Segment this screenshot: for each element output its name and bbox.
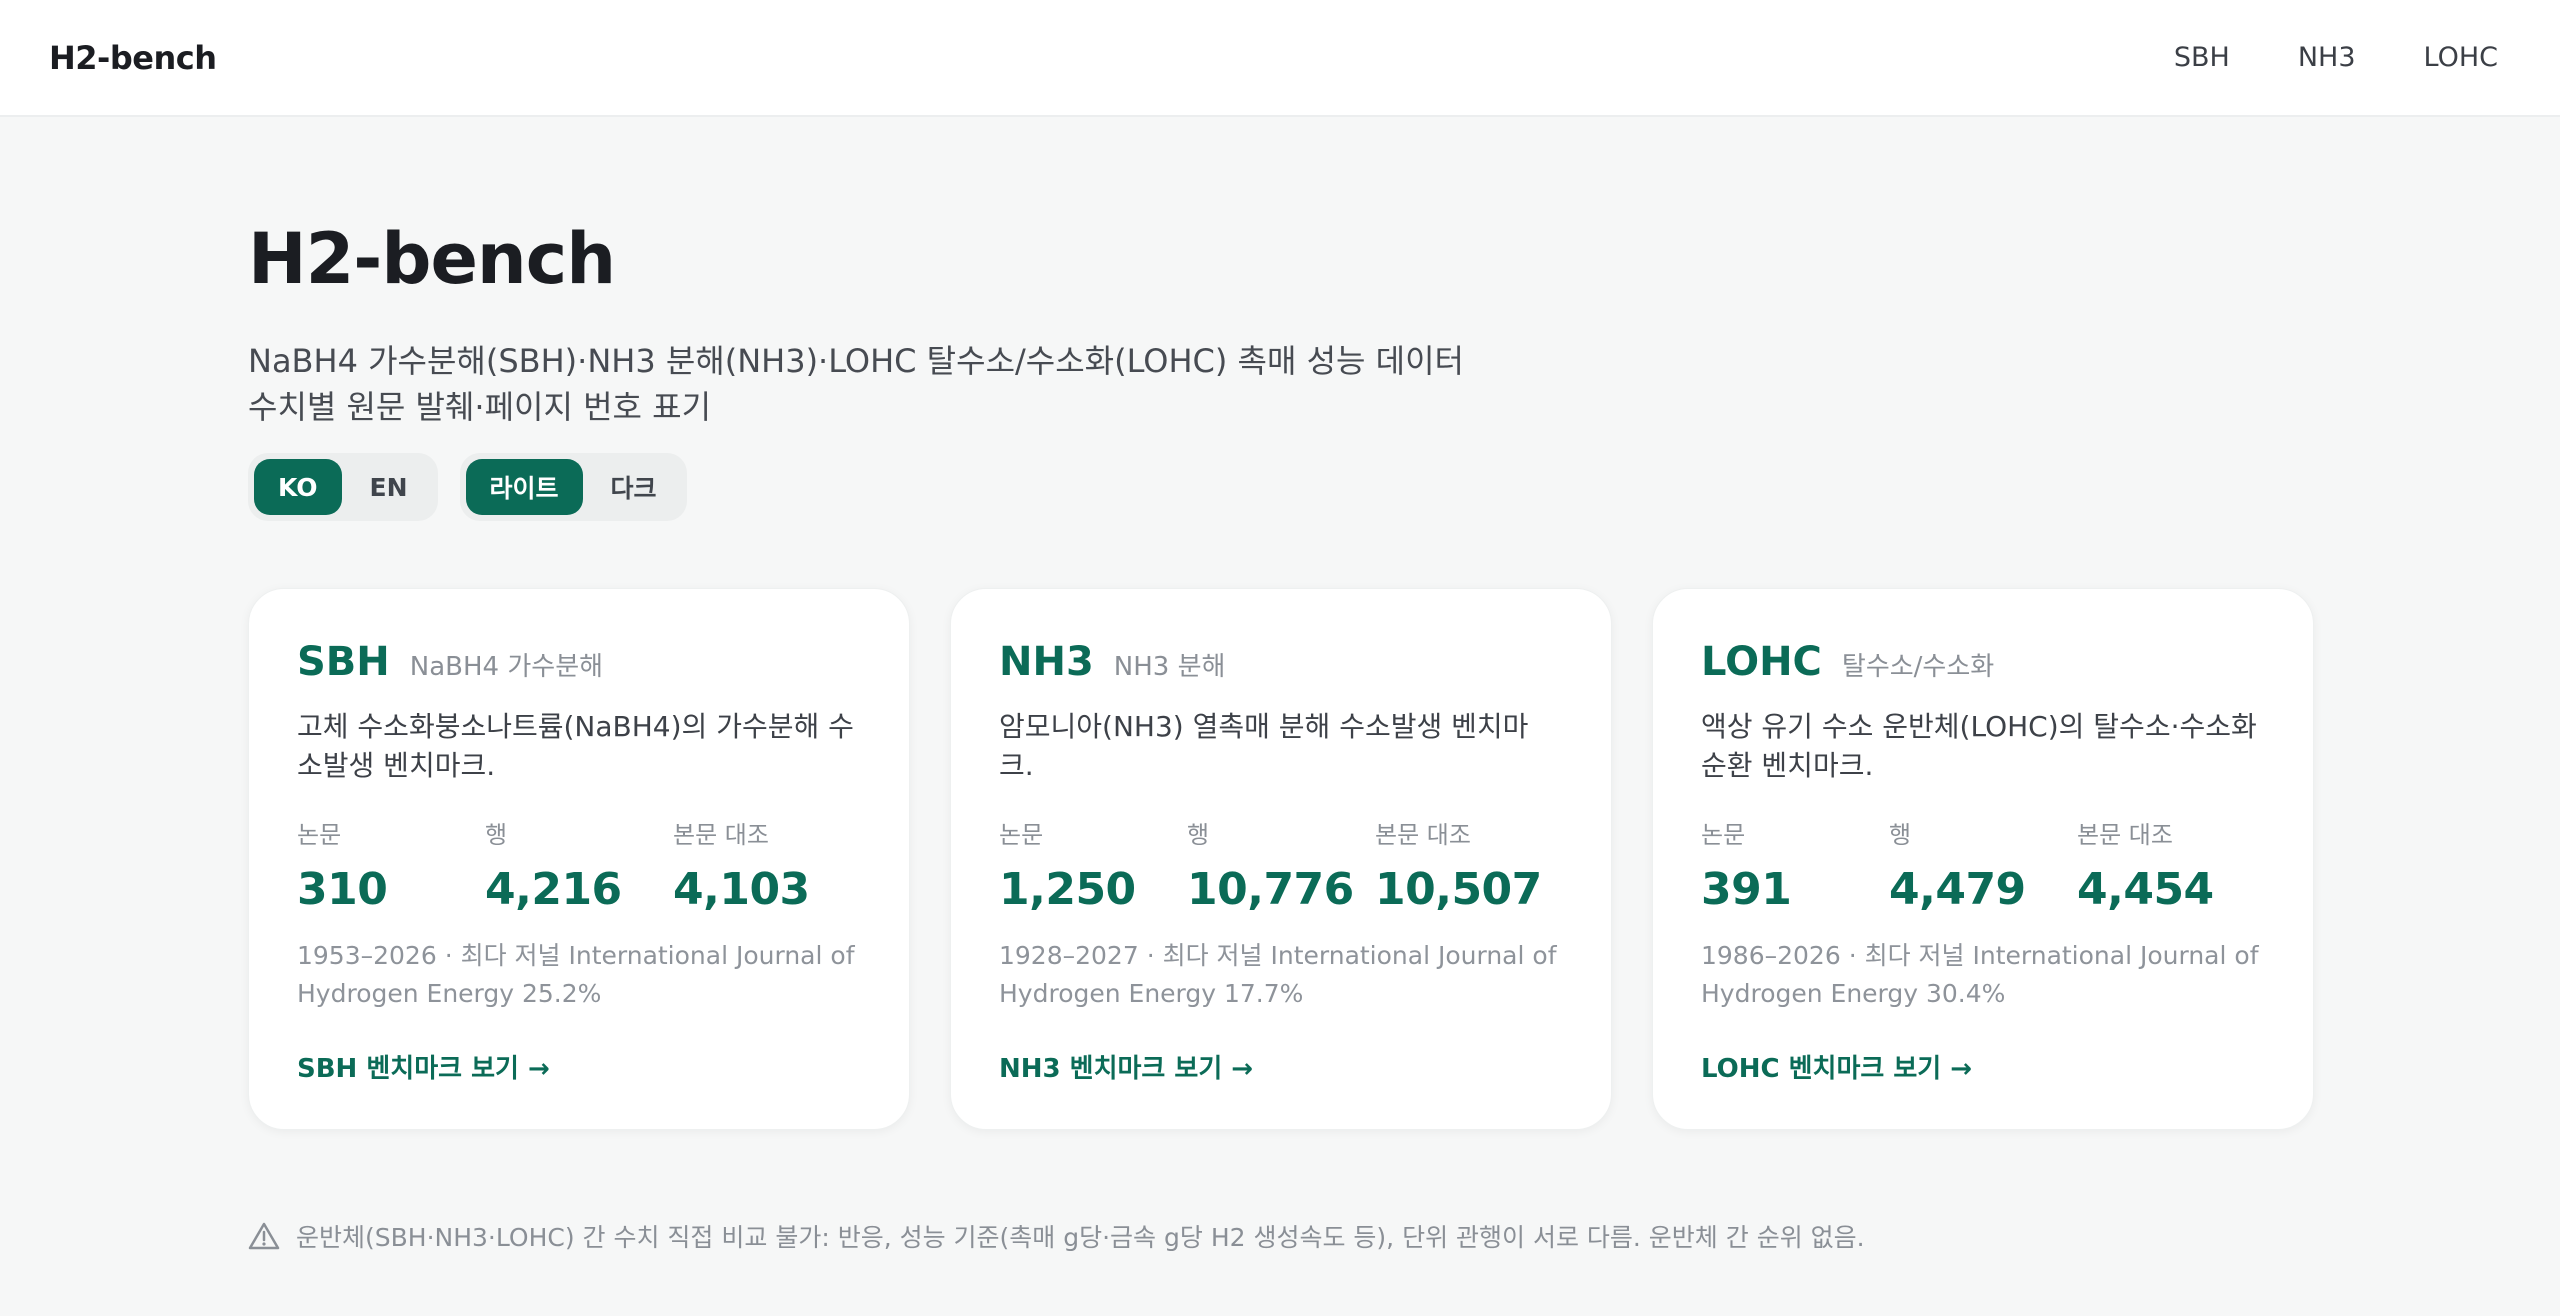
lang-en-button[interactable]: EN: [346, 459, 432, 515]
stat-verified: 본문 대조 4,103: [673, 815, 861, 915]
stat-value: 391: [1701, 864, 1792, 915]
stat-label: 논문: [999, 821, 1044, 849]
card-subtitle: NaBH4 가수분해: [409, 652, 604, 682]
card-code: SBH: [297, 639, 390, 685]
card-meta: 1986–2026 · 최다 저널 International Journal …: [1701, 941, 2259, 1008]
card-header: SBH NaBH4 가수분해: [297, 639, 861, 685]
brand-logo-text[interactable]: H2-bench: [49, 39, 217, 77]
warning-icon: [248, 1221, 280, 1251]
page-title: H2-bench: [248, 218, 616, 300]
stat-value: 10,507: [1375, 864, 1542, 915]
stat-label: 본문 대조: [2077, 821, 2173, 849]
card-subtitle: 탈수소/수소화: [1841, 652, 1995, 682]
nav-link-lohc[interactable]: LOHC: [2424, 42, 2499, 73]
stat-value: 4,103: [673, 864, 810, 915]
stat-verified: 본문 대조 4,454: [2077, 815, 2265, 915]
card-description: 암모니아(NH3) 열촉매 분해 수소발생 벤치마크.: [999, 710, 1529, 782]
lang-ko-button[interactable]: KO: [254, 459, 342, 515]
stat-label: 논문: [297, 821, 342, 849]
stat-papers: 논문 310: [297, 815, 485, 915]
stat-value: 310: [297, 864, 388, 915]
stat-papers: 논문 391: [1701, 815, 1889, 915]
card-code: LOHC: [1701, 639, 1822, 685]
stat-value: 10,776: [1187, 864, 1354, 915]
stat-label: 행: [1187, 821, 1210, 849]
comparison-notice: 운반체(SBH·NH3·LOHC) 간 수치 직접 비교 불가: 반응, 성능 …: [248, 1218, 1865, 1254]
stat-label: 행: [1889, 821, 1912, 849]
toggle-group: KO EN 라이트 다크: [248, 453, 687, 521]
stat-label: 논문: [1701, 821, 1746, 849]
card-code: NH3: [999, 639, 1094, 685]
page-subtitle: NaBH4 가수분해(SBH)·NH3 분해(NH3)·LOHC 탈수소/수소화…: [248, 338, 1464, 430]
stat-label: 행: [485, 821, 508, 849]
card-meta: 1953–2026 · 최다 저널 International Journal …: [297, 941, 855, 1008]
hero-section: H2-bench NaBH4 가수분해(SBH)·NH3 분해(NH3)·LOH…: [248, 216, 1464, 430]
stat-rows: 행 10,776: [1187, 815, 1375, 915]
stat-rows: 행 4,479: [1889, 815, 2077, 915]
top-navbar: H2-bench SBH NH3 LOHC: [0, 0, 2560, 117]
view-nh3-benchmark-link[interactable]: NH3 벤치마크 보기 →: [999, 1048, 1253, 1085]
subtitle-line-2: 수치별 원문 발췌·페이지 번호 표기: [248, 388, 712, 426]
stat-verified: 본문 대조 10,507: [1375, 815, 1563, 915]
stat-value: 4,454: [2077, 864, 2214, 915]
card-header: NH3 NH3 분해: [999, 639, 1563, 685]
view-sbh-benchmark-link[interactable]: SBH 벤치마크 보기 →: [297, 1048, 550, 1085]
card-stats: 논문 1,250 행 10,776 본문 대조 10,507: [999, 815, 1563, 915]
card-lohc: LOHC 탈수소/수소화 액상 유기 수소 운반체(LOHC)의 탈수소·수소화…: [1652, 588, 2314, 1130]
nav-link-sbh[interactable]: SBH: [2174, 42, 2230, 73]
stat-value: 4,216: [485, 864, 622, 915]
stat-papers: 논문 1,250: [999, 815, 1187, 915]
view-lohc-benchmark-link[interactable]: LOHC 벤치마크 보기 →: [1701, 1048, 1972, 1085]
card-stats: 논문 391 행 4,479 본문 대조 4,454: [1701, 815, 2265, 915]
card-subtitle: NH3 분해: [1113, 652, 1226, 682]
card-nh3: NH3 NH3 분해 암모니아(NH3) 열촉매 분해 수소발생 벤치마크. 논…: [950, 588, 1612, 1130]
card-description: 고체 수소화붕소나트륨(NaBH4)의 가수분해 수소발생 벤치마크.: [297, 710, 854, 782]
theme-toggle: 라이트 다크: [459, 453, 687, 521]
language-toggle: KO EN: [248, 453, 438, 521]
card-meta: 1928–2027 · 최다 저널 International Journal …: [999, 941, 1557, 1008]
stat-rows: 행 4,216: [485, 815, 673, 915]
stat-value: 1,250: [999, 864, 1136, 915]
main-nav: SBH NH3 LOHC: [2106, 42, 2498, 73]
stat-label: 본문 대조: [1375, 821, 1471, 849]
nav-link-nh3[interactable]: NH3: [2298, 42, 2356, 73]
card-description: 액상 유기 수소 운반체(LOHC)의 탈수소·수소화 순환 벤치마크.: [1701, 710, 2257, 782]
stat-value: 4,479: [1889, 864, 2026, 915]
stat-label: 본문 대조: [673, 821, 769, 849]
theme-dark-button[interactable]: 다크: [587, 459, 681, 515]
benchmark-cards: SBH NaBH4 가수분해 고체 수소화붕소나트륨(NaBH4)의 가수분해 …: [248, 588, 2314, 1130]
theme-light-button[interactable]: 라이트: [465, 459, 583, 515]
card-sbh: SBH NaBH4 가수분해 고체 수소화붕소나트륨(NaBH4)의 가수분해 …: [248, 588, 910, 1130]
card-stats: 논문 310 행 4,216 본문 대조 4,103: [297, 815, 861, 915]
notice-text: 운반체(SBH·NH3·LOHC) 간 수치 직접 비교 불가: 반응, 성능 …: [296, 1223, 1865, 1252]
card-header: LOHC 탈수소/수소화: [1701, 639, 2265, 685]
subtitle-line-1: NaBH4 가수분해(SBH)·NH3 분해(NH3)·LOHC 탈수소/수소화…: [248, 342, 1464, 380]
